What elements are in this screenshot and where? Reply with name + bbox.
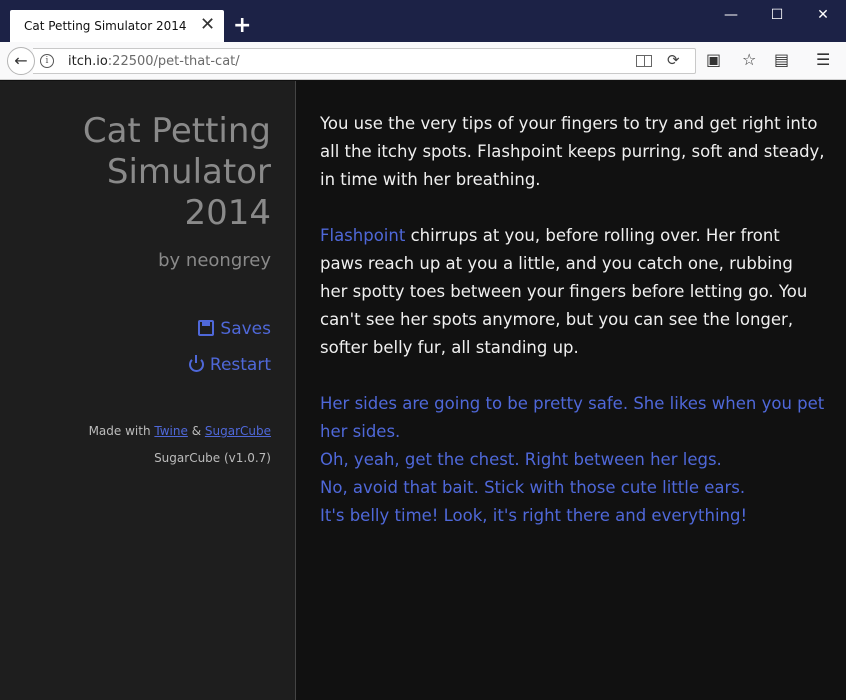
window-close-icon[interactable]: ✕: [808, 5, 838, 25]
version-label: SugarCube (v1.0.7): [154, 451, 271, 465]
paragraph-2-text: chirrups at you, before rolling over. He…: [320, 226, 808, 357]
browser-titlebar: Cat Petting Simulator 2014 ✕ + — ☐ ✕: [0, 0, 846, 42]
bookmark-star-icon[interactable]: ☆: [742, 50, 756, 70]
hamburger-menu-icon[interactable]: ☰: [816, 50, 830, 70]
choice-belly[interactable]: It's belly time! Look, it's right there …: [320, 502, 825, 530]
sugarcube-link[interactable]: SugarCube: [205, 424, 271, 438]
url-bar[interactable]: i itch.io:22500/pet-that-cat/ ⟳: [33, 48, 696, 74]
ampersand: &: [191, 424, 202, 438]
story-author: by neongrey: [158, 250, 271, 271]
choice-sides[interactable]: Her sides are going to be pretty safe. S…: [320, 390, 825, 446]
back-arrow-icon[interactable]: ←: [7, 47, 35, 75]
maximize-icon[interactable]: ☐: [762, 5, 792, 25]
choice-chest[interactable]: Oh, yeah, get the chest. Right between h…: [320, 446, 825, 474]
saves-label: Saves: [220, 319, 271, 339]
restart-button[interactable]: Restart: [188, 355, 271, 375]
reload-icon[interactable]: ⟳: [667, 51, 680, 69]
made-with-label: Made with: [88, 424, 151, 438]
new-tab-icon[interactable]: +: [233, 14, 251, 38]
extension-icon[interactable]: ▣: [706, 50, 721, 70]
passage-paragraph-1: You use the very tips of your fingers to…: [320, 114, 825, 189]
flashpoint-link[interactable]: Flashpoint: [320, 226, 405, 245]
browser-tab[interactable]: Cat Petting Simulator 2014 ✕: [10, 10, 224, 42]
url-text[interactable]: itch.io:22500/pet-that-cat/: [68, 54, 240, 69]
save-icon: [198, 320, 215, 336]
tab-title: Cat Petting Simulator 2014: [24, 19, 187, 33]
saves-button[interactable]: Saves: [198, 319, 271, 339]
restart-label: Restart: [209, 355, 271, 375]
reader-view-icon[interactable]: [636, 55, 652, 67]
reading-list-icon[interactable]: ▤: [774, 50, 789, 70]
choice-ears[interactable]: No, avoid that bait. Stick with those cu…: [320, 474, 825, 502]
choice-list: Her sides are going to be pretty safe. S…: [320, 390, 825, 530]
story-passage: You use the very tips of your fingers to…: [320, 110, 825, 530]
story-title: Cat Petting Simulator 2014: [82, 111, 271, 233]
site-info-icon[interactable]: i: [40, 54, 54, 68]
power-icon: [188, 355, 204, 372]
passage-paragraph-2: Flashpoint chirrups at you, before rolli…: [320, 222, 825, 362]
credits: Made with Twine & SugarCube: [89, 424, 271, 438]
browser-navbar: i itch.io:22500/pet-that-cat/ ⟳ ← ▣ ☆ ▤ …: [0, 42, 846, 80]
tab-close-icon[interactable]: ✕: [200, 14, 215, 36]
story-sidebar: Cat Petting Simulator 2014 by neongrey S…: [0, 81, 296, 700]
twine-link[interactable]: Twine: [154, 424, 187, 438]
minimize-icon[interactable]: —: [716, 5, 746, 25]
